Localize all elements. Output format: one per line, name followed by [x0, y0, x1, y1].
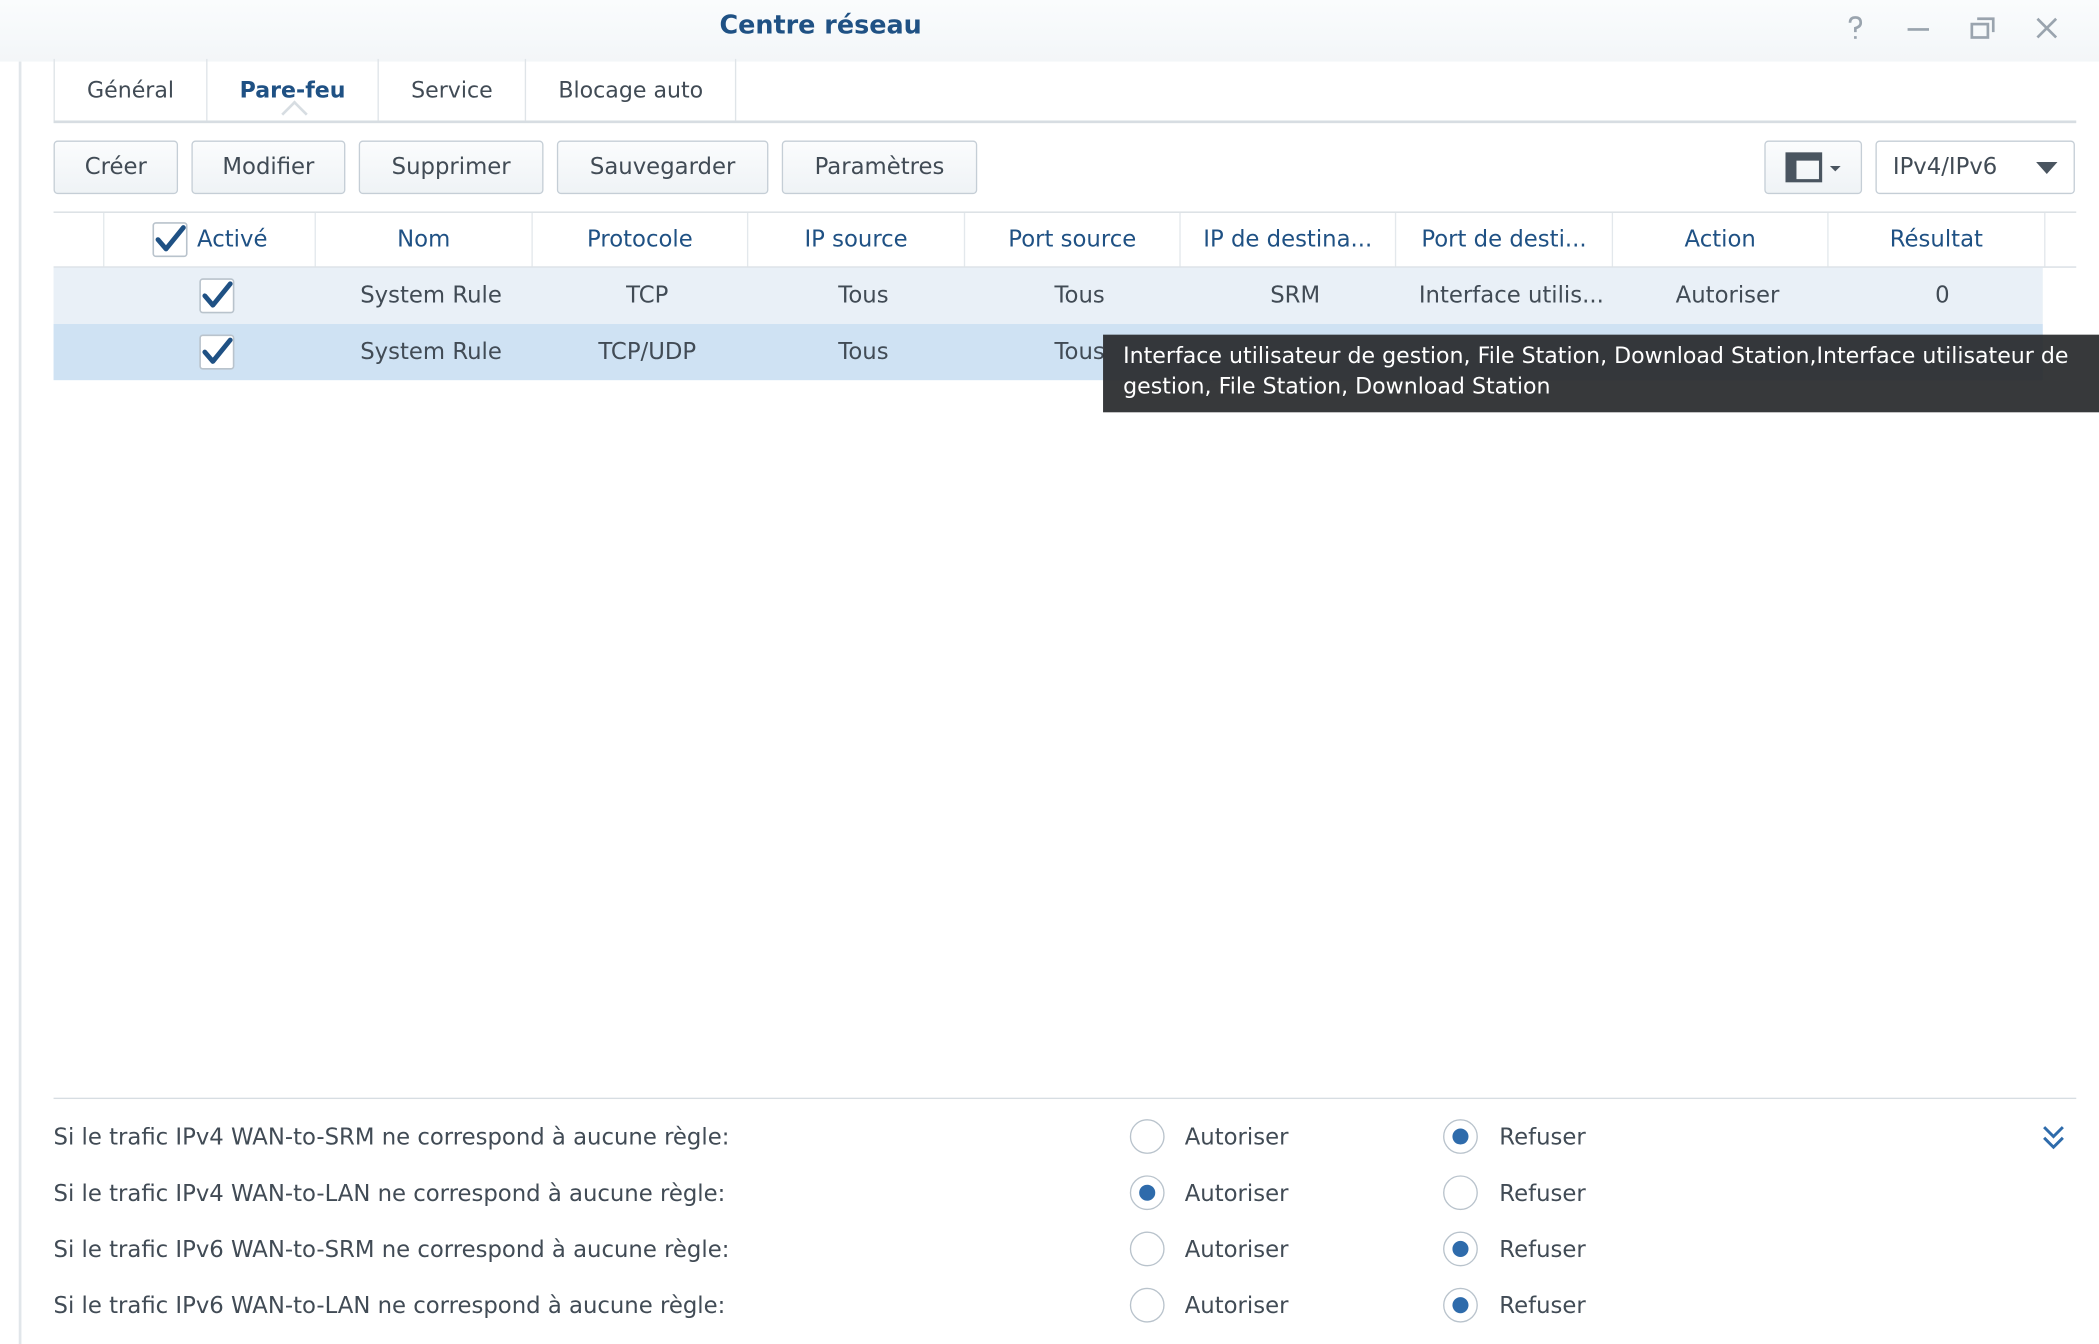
column-layout-icon	[1784, 152, 1840, 183]
policy-deny-label[interactable]: Refuser	[1499, 1166, 1585, 1222]
policy-allow-radio[interactable]	[1129, 1119, 1165, 1154]
policy-deny-radio[interactable]	[1443, 1231, 1478, 1267]
row-enabled-checkbox[interactable]	[182, 324, 252, 380]
rules-grid-header: Activé Nom Protocole IP source Port sour…	[53, 211, 2077, 268]
header-destination-ip[interactable]: IP de destina...	[1181, 212, 1397, 267]
row-result: 0	[1935, 282, 1950, 310]
header-name[interactable]: Nom	[316, 212, 533, 267]
policy-allow-label[interactable]: Autoriser	[1185, 1110, 1289, 1166]
double-chevron-down-icon	[2043, 1126, 2064, 1150]
window-titlebar: Centre réseau	[0, 0, 2099, 62]
collapse-policies-button[interactable]	[2035, 1119, 2072, 1156]
create-button[interactable]: Créer	[53, 140, 179, 195]
policy-allow-label[interactable]: Autoriser	[1185, 1222, 1289, 1278]
ip-version-value: IPv4/IPv6	[1892, 153, 1998, 181]
row-destination-port: Interface utilis...	[1418, 282, 1604, 310]
header-protocol[interactable]: Protocole	[533, 212, 749, 267]
tab-firewall[interactable]: Pare-feu	[206, 58, 377, 128]
header-result[interactable]: Résultat	[1829, 212, 2046, 267]
row-destination-ip: SRM	[1270, 282, 1321, 310]
tab-auto-block[interactable]: Blocage auto	[524, 58, 737, 121]
row-protocol: TCP	[626, 282, 669, 310]
checkmark-icon	[152, 222, 188, 258]
policy-deny-label[interactable]: Refuser	[1499, 1278, 1585, 1334]
row-name: System Rule	[360, 282, 502, 310]
delete-button[interactable]: Supprimer	[358, 140, 544, 195]
tab-bar: Général Pare-feu Service Blocage auto	[53, 58, 737, 128]
row-name: System Rule	[360, 338, 502, 366]
policy-deny-radio[interactable]	[1443, 1119, 1478, 1154]
policy-allow-radio[interactable]	[1129, 1287, 1165, 1323]
window-title: Centre réseau	[719, 10, 922, 41]
policy-row-ipv6-wan-lan: Si le trafic IPv6 WAN-to-LAN ne correspo…	[54, 1278, 2035, 1334]
column-layout-button[interactable]	[1764, 140, 1863, 195]
policy-allow-radio[interactable]	[1129, 1175, 1165, 1211]
destination-port-tooltip: Interface utilisateur de gestion, File S…	[1103, 334, 2099, 413]
header-enabled[interactable]: Activé	[104, 212, 316, 267]
minimize-icon[interactable]	[1898, 8, 1938, 48]
close-icon[interactable]	[2027, 8, 2067, 48]
checkmark-icon	[199, 278, 235, 314]
policy-label: Si le trafic IPv6 WAN-to-SRM ne correspo…	[53, 1236, 730, 1264]
policy-row-ipv6-wan-srm: Si le trafic IPv6 WAN-to-SRM ne correspo…	[54, 1222, 2035, 1278]
header-handle-column	[54, 212, 105, 267]
header-action[interactable]: Action	[1613, 212, 1829, 267]
policy-allow-label[interactable]: Autoriser	[1185, 1166, 1289, 1222]
row-source-port: Tous	[1054, 282, 1105, 310]
tab-baseline	[53, 120, 2077, 124]
ip-version-select[interactable]: IPv4/IPv6	[1875, 140, 2075, 195]
row-protocol: TCP/UDP	[598, 338, 697, 366]
tab-general[interactable]: Général	[53, 58, 207, 121]
table-row[interactable]: System Rule TCP Tous Tous SRM Interface …	[53, 267, 2043, 324]
policy-allow-radio[interactable]	[1129, 1231, 1165, 1267]
policy-deny-radio[interactable]	[1443, 1287, 1478, 1323]
header-destination-port[interactable]: Port de desti...	[1396, 212, 1614, 267]
policy-deny-label[interactable]: Refuser	[1499, 1222, 1585, 1278]
row-enabled-checkbox[interactable]	[182, 268, 252, 324]
header-source-ip[interactable]: IP source	[748, 212, 966, 267]
policy-deny-label[interactable]: Refuser	[1499, 1110, 1585, 1166]
tab-service[interactable]: Service	[377, 58, 525, 121]
header-source-port[interactable]: Port source	[965, 212, 1181, 267]
policy-label: Si le trafic IPv4 WAN-to-LAN ne correspo…	[53, 1180, 726, 1208]
policy-row-ipv4-wan-srm: Si le trafic IPv4 WAN-to-SRM ne correspo…	[54, 1110, 2035, 1166]
row-action: Autoriser	[1675, 282, 1780, 310]
chevron-down-icon	[2036, 161, 2058, 175]
policy-label: Si le trafic IPv4 WAN-to-SRM ne correspo…	[53, 1124, 730, 1152]
help-icon[interactable]	[1835, 8, 1875, 48]
policy-allow-label[interactable]: Autoriser	[1185, 1278, 1289, 1334]
policy-deny-radio[interactable]	[1443, 1175, 1478, 1211]
policy-row-ipv4-wan-lan: Si le trafic IPv4 WAN-to-LAN ne correspo…	[54, 1166, 2035, 1222]
checkmark-icon	[199, 334, 235, 370]
policy-separator	[53, 1097, 2077, 1100]
row-source-ip: Tous	[838, 282, 889, 310]
restore-icon[interactable]	[1962, 8, 2002, 48]
window-left-border	[18, 61, 22, 1344]
policy-label: Si le trafic IPv6 WAN-to-LAN ne correspo…	[53, 1293, 726, 1320]
edit-button[interactable]: Modifier	[191, 140, 346, 195]
row-source-ip: Tous	[838, 338, 889, 366]
save-button[interactable]: Sauvegarder	[556, 140, 769, 195]
settings-button[interactable]: Paramètres	[781, 140, 978, 195]
